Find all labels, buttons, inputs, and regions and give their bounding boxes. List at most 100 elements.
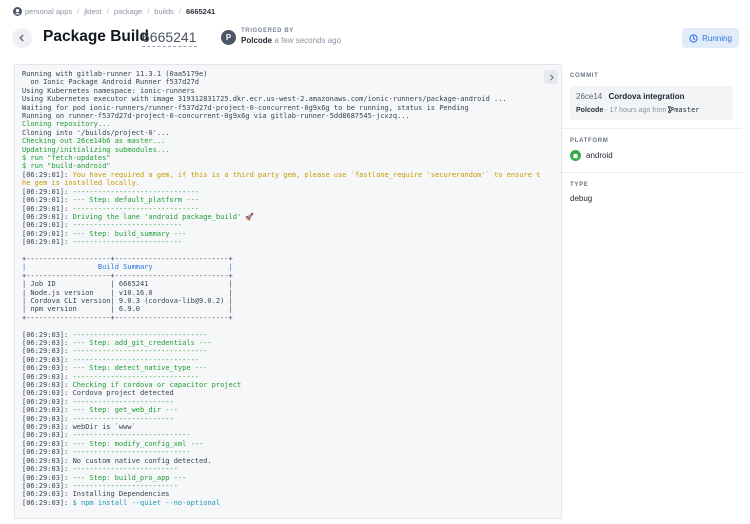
log-text: -------------------------- [72,221,183,230]
breadcrumb-separator: / [178,6,181,16]
log-line: $ run "fetch-updates" [22,154,111,162]
log-text: Driving the lane 'android package_build'… [72,212,255,221]
log-text: he gem is installed locally. [22,179,141,188]
log-text: +--------------------+------------------… [22,254,233,263]
log-timestamp: [06:29:03]: [22,397,73,406]
log-timestamp: [06:29:01]: [22,204,73,213]
commit-card[interactable]: 26ce14 Cordova integration Polcode - 17 … [570,86,733,120]
log-timestamp: [06:29:01]: [22,196,73,205]
running-icon [689,33,698,43]
log-text: Waiting for pod ionic-runners/runner-f53… [22,103,469,112]
status-label: Running [702,33,732,43]
log-text: | Build Summary | [22,263,233,272]
log-text: --- Step: get_web_dir --- [72,406,178,415]
log-line: Checking out 26ce14b6 as master... [22,137,165,145]
log-line: [06:29:03]: ------------------------- [22,465,178,473]
build-log[interactable]: Running with gitlab-runner 11.3.1 (0aa51… [14,64,562,519]
divider [562,172,742,173]
type-value: debug [570,194,593,203]
commit-branch: master [674,106,700,114]
log-text: on Ionic Package Android Runner f537d27d [22,78,200,87]
type-label: TYPE [570,182,589,188]
log-text: Cloning into '/builds/project-0'... [22,128,170,137]
build-id[interactable]: 6665241 [142,28,197,47]
log-text: --- Step: build_pro_app --- [72,473,187,482]
log-timestamp: [06:29:03]: [22,355,73,364]
expand-log-button[interactable] [544,70,558,84]
log-line: he gem is installed locally. [22,179,140,187]
log-timestamp: [06:29:01]: [22,170,73,179]
log-timestamp: [06:29:03]: [22,473,73,482]
log-line: [06:29:03]: webDir is `www` [22,423,136,431]
breadcrumb-builds[interactable]: builds [154,7,174,16]
commit-summary: 26ce14 Cordova integration [576,92,685,101]
breadcrumb-current: 6665241 [185,6,216,16]
chevron-left-icon [19,34,24,42]
log-timestamp: [06:29:01]: [22,212,73,221]
log-line: [06:29:03]: ----------------------------… [22,373,199,381]
log-text: Checking out 26ce14b6 as master... [22,137,166,146]
log-text: ------------------------------ [72,372,200,381]
log-line: [06:29:03]: ------------------------- [22,482,178,490]
log-line: [06:29:03]: --- Step: build_pro_app --- [22,474,186,482]
log-line: | Node.js version | v10.16.0 | [22,289,233,297]
log-timestamp: [06:29:03]: [22,498,73,507]
log-line: [06:29:01]: ----------------------------… [22,188,199,196]
commit-message: Cordova integration [608,92,685,101]
triggered-by-label: TRIGGERED BY [241,28,294,34]
log-timestamp: [06:29:03]: [22,481,73,490]
log-text: Using Kubernetes executor with image 319… [22,95,507,104]
log-text: Running with gitlab-runner 11.3.1 (0aa51… [22,70,208,78]
breadcrumb-package[interactable]: package [114,7,142,16]
log-text: +--------------------+------------------… [22,313,233,322]
log-text: Cloning repository... [22,120,111,129]
log-text: $ run "fetch-updates" [22,154,111,163]
log-text: +--------------------+------------------… [22,271,233,280]
log-line: [06:29:03]: No custom native config dete… [22,457,212,465]
log-text: ------------------------- [72,481,178,490]
log-line: [06:29:01]: Driving the lane 'android pa… [22,213,254,221]
log-text: You have required a gem, if this is a th… [72,170,541,179]
log-text: --- Step: modify_config_xml --- [72,439,204,448]
log-timestamp: [06:29:03]: [22,431,73,440]
log-text: ---------------------------- [72,448,191,457]
log-text: -------------------------- [72,238,183,247]
log-line: [06:29:01]: --- Step: default_platform -… [22,196,199,204]
log-line: on Ionic Package Android Runner f537d27d [22,78,199,86]
triggered-by-info: Polcode a few seconds ago [241,36,341,45]
log-text: | npm version | 6.9.0 | [22,305,233,314]
log-text: ------------------------------ [72,204,200,213]
log-text: --- Step: detect_native_type --- [72,364,208,373]
log-text: [06:29:03]: Installing Dependencies [22,490,170,499]
log-line: Waiting for pod ionic-runners/runner-f53… [22,104,469,112]
log-line: [06:29:03]: Installing Dependencies [22,490,170,498]
log-line: | Build Summary | [22,263,233,271]
breadcrumb-org[interactable]: personal apps [25,7,72,16]
log-line: +--------------------+------------------… [22,272,233,280]
log-line: $ run "build-android" [22,162,111,170]
log-timestamp: [06:29:03]: [22,330,73,339]
log-line: | Job ID | 6665241 | [22,280,233,288]
build-details-sidebar: COMMIT 26ce14 Cordova integration Polcod… [561,64,742,517]
log-line: [06:29:03]: --- Step: modify_config_xml … [22,440,203,448]
log-timestamp: [06:29:03]: [22,414,73,423]
log-text: Using Kubernetes namespace: ionic-runner… [22,86,195,95]
log-text: ------------------------- [72,465,178,474]
log-timestamp: [06:29:03]: [22,347,73,356]
commit-sha[interactable]: 26ce14 [576,92,602,101]
log-line: [06:29:03]: --- Step: detect_native_type… [22,364,207,372]
log-timestamp: [06:29:03]: [22,372,73,381]
log-text: ------------------------ [72,414,174,423]
log-line: [06:29:03]: $ npm install --quiet --no-o… [22,499,220,507]
log-line: Cloning into '/builds/project-0'... [22,129,170,137]
commit-author: Polcode [576,107,604,114]
log-line: Using Kubernetes executor with image 319… [22,95,507,103]
back-button[interactable] [12,28,32,48]
log-timestamp: [06:29:03]: [22,381,73,390]
log-line: Running on runner-f537d27d-project-0-con… [22,112,410,120]
log-line: +--------------------+------------------… [22,255,233,263]
breadcrumb-app[interactable]: jktest [84,7,102,16]
log-text: ---------------------------- [72,431,191,440]
log-line: [06:29:03]: ----------------------------… [22,347,207,355]
log-line: [06:29:03]: ----------------------------… [22,331,207,339]
